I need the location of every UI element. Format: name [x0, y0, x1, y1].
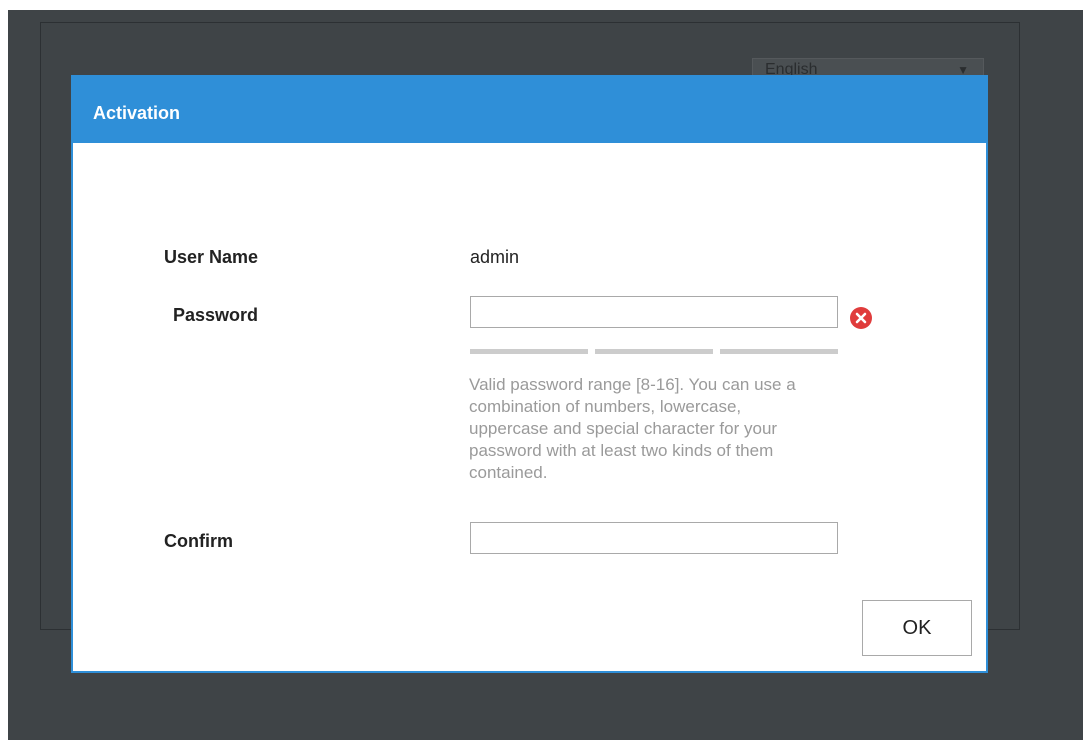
dialog-header: Activation [73, 77, 986, 143]
password-field[interactable] [470, 296, 838, 328]
password-strength-bar-strong [720, 349, 838, 354]
password-label: Password [173, 305, 259, 325]
confirm-label: Confirm [164, 531, 233, 551]
user-name-label: User Name [164, 247, 259, 267]
user-name-value: admin [470, 247, 520, 267]
password-hint: Valid password range [8-16]. You can use… [469, 375, 796, 482]
dialog-title: Activation [93, 103, 181, 123]
password-strength-bar-medium [595, 349, 713, 354]
ok-button[interactable]: OK [862, 600, 972, 656]
confirm-field[interactable] [470, 522, 838, 554]
password-strength-bar-weak [470, 349, 588, 354]
error-x-icon [850, 307, 872, 329]
activation-dialog: Activation User Name admin Password Vali… [71, 75, 988, 673]
